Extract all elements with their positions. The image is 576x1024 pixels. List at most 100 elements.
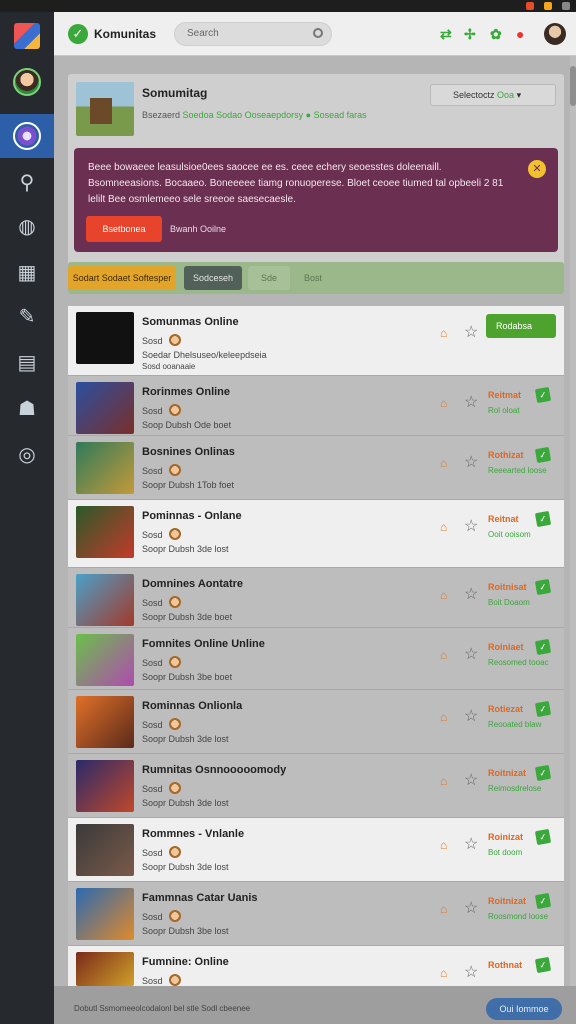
star-icon[interactable]: ☆ (464, 322, 478, 342)
user-avatar[interactable] (544, 23, 566, 45)
sidebar-item-notes[interactable]: ▤ (0, 340, 54, 384)
game-status-detail: Bot doom (488, 848, 523, 857)
alert-icon[interactable]: ● (516, 26, 524, 42)
game-status-detail: Reooated blaw (488, 720, 542, 729)
alert-text: Beee bowaeee leasulsioe0ees saocee ee es… (88, 162, 504, 205)
sidebar-profile[interactable] (0, 60, 54, 104)
sort-select[interactable]: Selectoctz Ooa ▾ (430, 84, 556, 106)
community-meta-left: Bsezaerd (142, 110, 181, 120)
sidebar-item-world[interactable]: ◎ (0, 432, 54, 476)
game-sub: Sosd (142, 528, 181, 540)
scrollbar-thumb[interactable] (570, 66, 576, 106)
note-icon: ▤ (17, 351, 37, 374)
game-meta: Soopr Dubsh 1Tob foet (142, 480, 235, 490)
game-row-10[interactable]: Fammnas Catar Uanis Sosd Soopr Dubsh 3be… (68, 882, 564, 946)
star-icon[interactable]: ☆ (464, 584, 478, 604)
game-row-5[interactable]: Domnines Aontatre Sosd Soopr Dubsh 3de b… (68, 568, 564, 628)
home-icon[interactable]: ⌂ (440, 588, 447, 602)
check-icon: ✓ (534, 828, 552, 846)
close-icon[interactable]: ✕ (528, 160, 546, 178)
game-title: Rumnitas Osnnooooomody (142, 764, 287, 776)
sidebar-item-store[interactable]: ◍ (0, 204, 54, 248)
game-status: Roitnizat (488, 768, 526, 778)
filter-chip-3[interactable]: Sde (248, 266, 290, 290)
home-icon[interactable]: ⌂ (440, 774, 447, 788)
filter-chip-2[interactable]: Sodceseh (184, 266, 242, 290)
sidebar-item-edit[interactable]: ✎ (0, 294, 54, 338)
game-title: Somunmas Online (142, 316, 239, 328)
game-thumbnail (76, 506, 134, 558)
home-icon[interactable]: ⌂ (440, 902, 447, 916)
sidebar: ⚲ ◍ ▦ ✎ ▤ ☗ ◎ (0, 12, 54, 1024)
game-row-1[interactable]: Somunmas Online Sosd Soedar Dhelsuseo/ke… (68, 306, 564, 376)
sidebar-item-calendar[interactable]: ▦ (0, 250, 54, 294)
star-icon[interactable]: ☆ (464, 770, 478, 790)
grid-icon: ▦ (17, 261, 37, 284)
game-row-9[interactable]: Rommnes - Vnlanle Sosd Soopr Dubsh 3de l… (68, 818, 564, 882)
star-icon[interactable]: ☆ (464, 898, 478, 918)
home-icon[interactable]: ⌂ (440, 396, 447, 410)
game-row-7[interactable]: Rominnas Onlionla Sosd Soopr Dubsh 3de l… (68, 690, 564, 754)
game-action-button[interactable]: Rodabsa (486, 314, 556, 338)
star-icon[interactable]: ☆ (464, 834, 478, 854)
game-sub: Sosd (142, 404, 181, 416)
home-icon[interactable]: ⌂ (440, 966, 447, 980)
top-header: ✓ Komunitas Search ⇄ ✢ ✿ ● (54, 12, 576, 56)
pin-icon[interactable]: ✢ (464, 26, 476, 43)
shield-icon: ◍ (18, 215, 36, 238)
home-icon[interactable]: ⌂ (440, 648, 447, 662)
game-status: Reitnat (488, 514, 519, 524)
game-sub: Sosd (142, 596, 181, 608)
sort-select-value: Ooa (497, 90, 515, 100)
app-logo[interactable] (0, 14, 54, 58)
game-row-11[interactable]: Fumnine: Online Sosd ⌂ ☆ Rothnat ✓ (68, 946, 564, 986)
filter-chip-4[interactable]: Bost (294, 266, 332, 290)
game-title: Pominnas - Onlane (142, 510, 242, 522)
game-status: Roitnizat (488, 896, 526, 906)
game-title: Bosnines Onlinas (142, 446, 235, 458)
sidebar-item-communities[interactable] (0, 114, 54, 158)
logo-icon (14, 23, 40, 49)
star-icon[interactable]: ☆ (464, 452, 478, 472)
search-placeholder: Search (187, 28, 219, 39)
game-status: Roiniaet (488, 642, 524, 652)
game-row-2[interactable]: Rorinmes Online Sosd Soop Dubsh Ode boet… (68, 376, 564, 436)
sidebar-item-friends[interactable]: ☗ (0, 386, 54, 430)
game-sub: Sosd (142, 464, 181, 476)
star-icon[interactable]: ☆ (464, 644, 478, 664)
game-row-8[interactable]: Rumnitas Osnnooooomody Sosd Soopr Dubsh … (68, 754, 564, 818)
game-sub: Sosd (142, 656, 181, 668)
game-row-4[interactable]: Pominnas - Onlane Sosd Soopr Dubsh 3de l… (68, 500, 564, 568)
sidebar-item-activity[interactable]: ⚲ (0, 160, 54, 204)
game-sub: Sosd (142, 718, 181, 730)
star-icon[interactable]: ☆ (464, 516, 478, 536)
home-icon[interactable]: ⌂ (440, 838, 447, 852)
footer-text: Dobutl Ssmomeeolcodalonl bel stle Sodl c… (74, 1004, 251, 1013)
search-input[interactable]: Search (174, 22, 332, 46)
search-icon (313, 28, 323, 38)
alert-primary-button[interactable]: Bsetbonea (86, 216, 162, 242)
filter-chip-1[interactable]: Sodart Sodaet Softesper (68, 266, 176, 290)
star-icon[interactable]: ☆ (464, 392, 478, 412)
game-status-detail: Roosmond loose (488, 912, 549, 921)
sort-select-label: Selectoctz (453, 90, 495, 100)
game-title: Fumnine: Online (142, 956, 229, 968)
star-icon[interactable]: ☆ (464, 706, 478, 726)
home-icon[interactable]: ⌂ (440, 520, 447, 534)
home-icon[interactable]: ⌂ (440, 456, 447, 470)
star-icon[interactable]: ☆ (464, 962, 478, 982)
alert-secondary-link[interactable]: Bwanh Ooilne (170, 224, 226, 234)
home-icon[interactable]: ⌂ (440, 326, 447, 340)
game-title: Domnines Aontatre (142, 578, 244, 590)
home-icon[interactable]: ⌂ (440, 710, 447, 724)
check-icon: ✓ (534, 892, 552, 910)
game-row-3[interactable]: Bosnines Onlinas Sosd Soopr Dubsh 1Tob f… (68, 436, 564, 500)
game-row-6[interactable]: Fomnites Online Unline Sosd Soopr Dubsh … (68, 628, 564, 690)
game-status: Rotiezat (488, 704, 524, 714)
game-thumbnail (76, 574, 134, 626)
gear-icon[interactable]: ✿ (490, 26, 502, 43)
filter-bar: Sodart Sodaet Softesper Sodceseh Sde Bos… (68, 262, 564, 294)
footer-button[interactable]: Oui Iommoe (486, 998, 562, 1020)
scrollbar[interactable] (570, 56, 576, 986)
arrows-icon[interactable]: ⇄ (440, 26, 452, 43)
